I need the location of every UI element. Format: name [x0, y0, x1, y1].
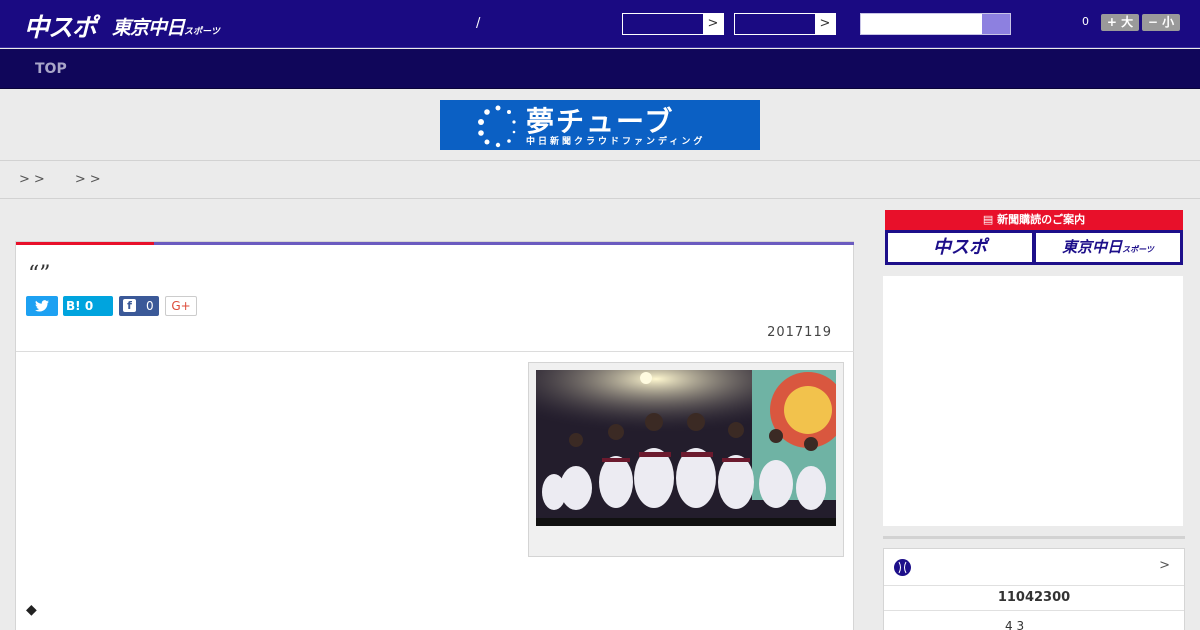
divider [0, 160, 1200, 161]
score-date: 11042300 [997, 590, 1071, 605]
score-widget: > 11042300 4 3 [883, 548, 1185, 630]
subscription-box: ▤ 新聞購読のご案内 中スポ 東京中日スポーツ [885, 210, 1183, 265]
banner-subtitle: 中日新聞クラウドファンディング [526, 137, 706, 147]
breadcrumb: > > > > [19, 172, 105, 187]
subscribe-tokyo-link[interactable]: 東京中日スポーツ [1036, 233, 1180, 262]
subscription-heading: ▤ 新聞購読のご案内 [885, 210, 1183, 230]
article-card: “” B! 0 f0 G+ 2017119 ◆ [15, 241, 854, 630]
baseball-icon [894, 559, 911, 576]
twitter-icon [35, 300, 49, 312]
divider [884, 585, 1184, 586]
site-header: 中スポ 東京中日スポーツ / > > 0 + 大 − 小 [0, 0, 1200, 48]
chuspo-logo[interactable]: 中スポ [24, 8, 97, 44]
tokyo-logo-text: 東京中日 [112, 17, 185, 39]
newspaper-icon: ▤ [982, 213, 998, 226]
article-accent-purple [154, 242, 854, 245]
header-select-2[interactable]: > [734, 13, 836, 35]
search-button[interactable] [982, 14, 1010, 34]
google-plus-button[interactable]: G+ [165, 296, 197, 316]
twitter-share-button[interactable] [26, 296, 58, 316]
breadcrumb-separator: > [33, 172, 45, 187]
font-large-button[interactable]: + 大 [1101, 14, 1139, 31]
hatena-icon: B! [66, 299, 81, 313]
breadcrumb-separator: > [89, 172, 101, 187]
subscribe-tokyo-suffix: スポーツ [1122, 245, 1154, 254]
article-photo[interactable] [536, 370, 836, 526]
breadcrumb-separator: > [74, 172, 86, 187]
header-select-1[interactable]: > [622, 13, 724, 35]
article-date: 2017119 [767, 325, 832, 340]
article-title: “” [28, 262, 51, 287]
bullet-diamond: ◆ [26, 602, 37, 618]
hatena-bookmark-button[interactable]: B! 0 [63, 296, 113, 316]
subscribe-chuspo-link[interactable]: 中スポ [888, 233, 1032, 262]
nav-item-top[interactable]: TOP [35, 61, 67, 77]
divider [0, 198, 1200, 199]
ad-slot[interactable] [883, 276, 1183, 526]
divider [884, 610, 1184, 611]
hatena-count: 0 [84, 299, 94, 313]
article-accent-red [16, 242, 154, 245]
chevron-right-icon: > [703, 14, 723, 34]
main-nav: TOP [0, 49, 1200, 89]
dot-circle-icon [478, 105, 516, 148]
concert-photo-illustration [536, 370, 836, 526]
header-separator: / [476, 16, 481, 31]
score-more-link[interactable]: > [1159, 558, 1170, 573]
breadcrumb-separator: > [19, 172, 30, 187]
chevron-right-icon: > [815, 14, 835, 34]
subscription-heading-text: 新聞購読のご案内 [997, 213, 1086, 226]
facebook-icon: f [123, 299, 136, 312]
tokyo-logo-suffix: スポーツ [184, 27, 220, 37]
article-photo-frame [528, 362, 844, 557]
font-small-button[interactable]: − 小 [1142, 14, 1180, 31]
subscribe-tokyo-text: 東京中日 [1062, 238, 1123, 256]
divider [883, 536, 1185, 539]
facebook-count: 0 [146, 299, 154, 313]
header-count: 0 [1082, 15, 1089, 28]
score-game: 4 3 [1005, 619, 1025, 630]
tokyo-chunichi-logo[interactable]: 東京中日スポーツ [112, 13, 220, 40]
divider [16, 351, 854, 352]
yume-tube-banner[interactable]: 夢チューブ 中日新聞クラウドファンディング [440, 100, 760, 150]
facebook-share-button[interactable]: f0 [119, 296, 159, 316]
